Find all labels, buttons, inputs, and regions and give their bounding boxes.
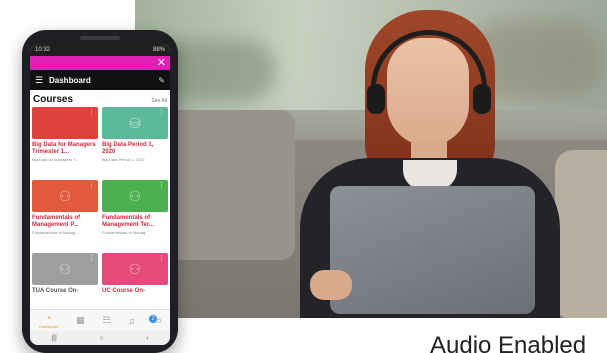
course-grid: ⋮ Big Data for Managers Trimester 1... B…: [30, 107, 170, 323]
phone-screen: 10:32 88% ✕ ☰ Dashboard ✎ Courses See Al…: [30, 44, 170, 345]
status-bar: 10:32 88%: [30, 44, 170, 56]
banner-bar: ✕: [30, 56, 170, 70]
course-subtitle: Big Data Period 1, 2020: [102, 157, 145, 162]
people-icon: ⚇: [128, 260, 142, 277]
list-icon: ☷: [102, 315, 111, 325]
more-options-icon[interactable]: ⋮: [158, 182, 165, 189]
course-subtitle: Big Data for Managers T...: [32, 157, 79, 162]
course-thumbnail[interactable]: ⚇ ⋮: [32, 180, 98, 212]
courses-heading: Courses: [33, 94, 74, 105]
hero-photo: [135, 0, 607, 318]
calendar-icon: ▦: [76, 315, 85, 325]
course-card[interactable]: ⛁ ⋮ Big Data Period 1, 2020 Big Data Per…: [102, 107, 168, 177]
see-all-link[interactable]: See All: [151, 98, 167, 104]
course-title[interactable]: Fundamentals of Management Ter...: [102, 215, 168, 229]
course-card[interactable]: ⋮ Big Data for Managers Trimester 1... B…: [32, 107, 98, 177]
photo-laptop-logo: [424, 240, 440, 256]
course-thumbnail[interactable]: ⛁ ⋮: [102, 107, 168, 139]
nav-calendar[interactable]: ▦: [76, 315, 85, 326]
database-add-icon: ⛁: [129, 114, 141, 131]
course-thumbnail[interactable]: ⚇ ⋮: [102, 253, 168, 285]
course-subtitle: Fundamentals of Manag...: [102, 230, 149, 235]
course-title[interactable]: UC Course On-: [102, 288, 168, 295]
more-options-icon[interactable]: ⋮: [88, 255, 95, 262]
more-options-icon[interactable]: ⋮: [158, 109, 165, 116]
photo-cushion: [555, 150, 607, 318]
course-subtitle: Fundamentals of Manag...: [32, 230, 79, 235]
nav-messages[interactable]: ▭ 2: [149, 315, 161, 326]
people-icon: ⚇: [58, 187, 72, 204]
more-options-icon[interactable]: ⋮: [88, 182, 95, 189]
back-icon[interactable]: ‹: [146, 335, 148, 342]
course-title[interactable]: TUA Course On-: [32, 288, 98, 295]
people-icon: ⚇: [128, 187, 142, 204]
photo-woman-hand: [310, 270, 352, 300]
close-icon[interactable]: ✕: [157, 57, 166, 69]
course-thumbnail[interactable]: ⚇ ⋮: [32, 253, 98, 285]
course-card[interactable]: ⚇ ⋮ Fundamentals of Management Ter... Fu…: [102, 180, 168, 250]
course-thumbnail[interactable]: ⚇ ⋮: [102, 180, 168, 212]
nav-list[interactable]: ☷: [102, 315, 110, 326]
status-time: 10:32: [35, 47, 51, 53]
course-title[interactable]: Fundamentals of Management P...: [32, 215, 98, 229]
home-icon[interactable]: ○: [99, 335, 103, 342]
course-title[interactable]: Big Data Period 1, 2020: [102, 142, 168, 156]
courses-header: Courses See All: [30, 90, 170, 107]
bell-icon: ♫: [128, 315, 135, 326]
course-card[interactable]: ⚇ ⋮ Fundamentals of Management P... Fund…: [32, 180, 98, 250]
phone-mockup: 10:32 88% ✕ ☰ Dashboard ✎ Courses See Al…: [22, 30, 178, 353]
photo-headphone-ear: [473, 84, 491, 114]
system-navigation-bar: ||| ○ ‹: [30, 331, 170, 345]
nav-dashboard-label: Dashboard: [38, 323, 59, 329]
more-options-icon[interactable]: ⋮: [158, 255, 165, 262]
recents-icon[interactable]: |||: [51, 335, 56, 342]
phone-speaker: [80, 36, 120, 40]
course-title[interactable]: Big Data for Managers Trimester 1...: [32, 142, 98, 156]
page-title: Dashboard: [49, 75, 91, 85]
nav-dashboard[interactable]: ◔ Dashboard: [39, 313, 59, 329]
dashboard-icon: ◔: [45, 312, 52, 323]
bottom-navigation: ◔ Dashboard ▦ ☷ ♫ ▭ 2: [30, 309, 170, 331]
menu-icon[interactable]: ☰: [35, 75, 49, 86]
app-header: ☰ Dashboard ✎: [30, 70, 170, 90]
course-thumbnail[interactable]: ⋮: [32, 107, 98, 139]
photo-headphone-ear: [367, 84, 385, 114]
more-options-icon[interactable]: ⋮: [88, 109, 95, 116]
edit-icon[interactable]: ✎: [158, 76, 165, 85]
status-battery: 88%: [152, 47, 165, 53]
caption-text: Audio Enabled: [430, 333, 587, 353]
nav-notifications[interactable]: ♫: [128, 316, 135, 326]
people-icon: ⚇: [58, 260, 72, 277]
